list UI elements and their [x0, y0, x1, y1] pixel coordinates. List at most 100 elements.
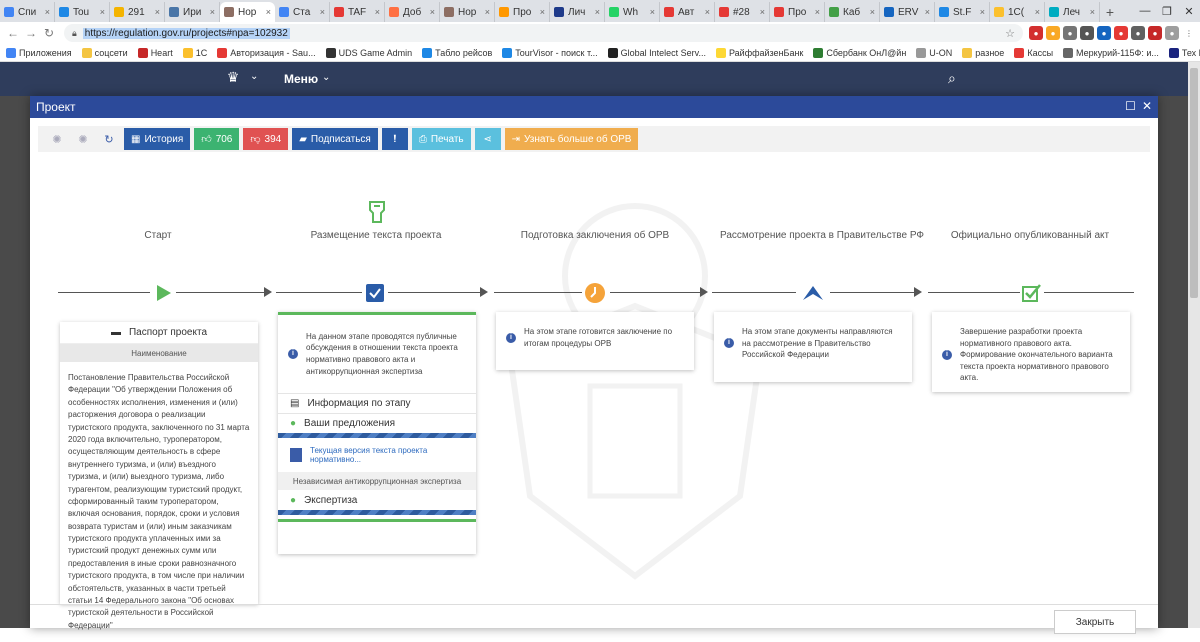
tab-close-icon[interactable]: × — [100, 7, 105, 17]
scrollbar-thumb[interactable] — [1190, 68, 1198, 298]
tab-close-icon[interactable]: × — [320, 7, 325, 17]
tab-close-icon[interactable]: × — [1035, 7, 1040, 17]
tab-close-icon[interactable]: × — [760, 7, 765, 17]
dislike-button[interactable]: 👎︎ 394 — [243, 128, 289, 150]
maximize-icon[interactable]: ☐ — [1125, 99, 1136, 113]
back-icon[interactable]: ← — [4, 26, 22, 40]
chevron-down-icon[interactable]: ⌄ — [322, 72, 330, 83]
expertise-row[interactable]: ● Экспертиза — [278, 490, 476, 510]
browser-tab[interactable]: #28 × — [715, 2, 770, 22]
history-button[interactable]: ▦ История — [124, 128, 191, 150]
chevron-down-icon[interactable]: ⌄ — [250, 71, 258, 82]
bookmark-item[interactable]: Сбербанк ОнЛ@йн — [813, 47, 906, 58]
close-icon[interactable]: ✕ — [1142, 99, 1152, 113]
bookmark-item[interactable]: Приложения — [6, 47, 72, 58]
tab-close-icon[interactable]: × — [540, 7, 545, 17]
like-button[interactable]: 👍︎ 706 — [194, 128, 240, 150]
learn-more-button[interactable]: ⇥ Узнать больше об ОРВ — [504, 128, 639, 150]
clock-icon[interactable] — [584, 282, 606, 304]
tab-close-icon[interactable]: × — [45, 7, 50, 17]
site-menu[interactable]: Меню — [284, 72, 318, 86]
browser-tab[interactable]: Нор × — [220, 2, 275, 22]
bookmark-item[interactable]: РайффайзенБанк — [715, 47, 803, 58]
browser-tab[interactable]: Лич × — [550, 2, 605, 22]
bookmark-item[interactable]: Табло рейсов — [422, 47, 492, 58]
tab-close-icon[interactable]: × — [595, 7, 600, 17]
play-icon[interactable] — [152, 282, 174, 304]
tab-close-icon[interactable]: × — [650, 7, 655, 17]
bookmark-item[interactable]: Heart — [137, 47, 173, 58]
adblock-icon[interactable]: ● — [1029, 26, 1043, 40]
extension-icon[interactable]: ● — [1046, 26, 1060, 40]
bookmark-item[interactable]: Кассы — [1014, 47, 1053, 58]
bookmark-item[interactable]: соцсети — [81, 47, 128, 58]
bookmark-item[interactable]: Тех Пом МФУ — [1168, 47, 1200, 58]
tab-close-icon[interactable]: × — [210, 7, 215, 17]
tab-close-icon[interactable]: × — [1090, 7, 1095, 17]
alert-button[interactable]: ❗︎ — [381, 128, 408, 150]
browser-tab[interactable]: Про × — [770, 2, 825, 22]
bookmark-item[interactable]: TourVisor - поиск т... — [502, 47, 598, 58]
bookmark-item[interactable]: U-ON — [916, 47, 952, 58]
url-input[interactable]: 🔒︎ https://regulation.gov.ru/projects#np… — [64, 24, 1023, 42]
tab-close-icon[interactable]: × — [155, 7, 160, 17]
bookmark-item[interactable]: UDS Game Admin — [325, 47, 412, 58]
settings-icon[interactable]: ✺ — [72, 128, 94, 150]
browser-tab[interactable]: Ста × — [275, 2, 330, 22]
browser-tab[interactable]: TAF × — [330, 2, 385, 22]
bookmark-item[interactable]: Global Intelect Serv... — [607, 47, 706, 58]
tab-close-icon[interactable]: × — [485, 7, 490, 17]
current-document-link[interactable]: Текущая версия текста проекта нормативно… — [278, 438, 476, 472]
subscribe-button[interactable]: ▰ Подписаться — [292, 128, 378, 150]
tab-close-icon[interactable]: × — [430, 7, 435, 17]
tab-close-icon[interactable]: × — [705, 7, 710, 17]
browser-tab[interactable]: Ири × — [165, 2, 220, 22]
extension-icon[interactable]: ● — [1114, 26, 1128, 40]
tab-close-icon[interactable]: × — [870, 7, 875, 17]
browser-tab[interactable]: ERV × — [880, 2, 935, 22]
tab-close-icon[interactable]: × — [980, 7, 985, 17]
browser-tab[interactable]: Про × — [495, 2, 550, 22]
globe-icon[interactable]: ● — [1063, 26, 1077, 40]
stage-info-row[interactable]: ▤ Информация по этапу — [278, 393, 476, 413]
settings-icon[interactable]: ✺ — [46, 128, 68, 150]
extension-icon[interactable]: ● — [1097, 26, 1111, 40]
browser-tab[interactable]: 1C(× — [990, 2, 1045, 22]
browser-tab[interactable]: Авт × — [660, 2, 715, 22]
browser-tab[interactable]: Спи × — [0, 2, 55, 22]
bookmark-item[interactable]: разное — [962, 47, 1004, 58]
extension-icon[interactable]: ● — [1131, 26, 1145, 40]
emblem-icon[interactable]: ♛ — [222, 69, 244, 89]
extension-icon[interactable]: ● — [1080, 26, 1094, 40]
restore-icon[interactable]: ❐ — [1156, 0, 1178, 22]
browser-tab[interactable]: Нор × — [440, 2, 495, 22]
minimize-icon[interactable]: — — [1134, 0, 1156, 22]
bookmark-star-icon[interactable]: ☆ — [1005, 27, 1015, 40]
refresh-icon[interactable]: ↻ — [98, 128, 120, 150]
browser-tab[interactable]: Леч × — [1045, 2, 1100, 22]
print-button[interactable]: ⎙ Печать — [411, 128, 471, 150]
reload-icon[interactable]: ↻ — [40, 26, 58, 40]
browser-tab[interactable]: Wh × — [605, 2, 660, 22]
browser-tab[interactable]: Tou × — [55, 2, 110, 22]
browser-tab[interactable]: St.F × — [935, 2, 990, 22]
tab-close-icon[interactable]: × — [266, 7, 271, 17]
browser-tab[interactable]: Доб × — [385, 2, 440, 22]
close-button[interactable]: Закрыть — [1054, 610, 1136, 634]
check-square-icon[interactable] — [1020, 282, 1042, 304]
forward-icon[interactable]: → — [22, 26, 40, 40]
search-icon[interactable]: ⌕ — [948, 70, 956, 87]
bookmark-item[interactable]: Авторизация - Sau... — [217, 47, 316, 58]
proposals-row[interactable]: ● Ваши предложения — [278, 413, 476, 433]
scrollbar[interactable] — [1188, 62, 1200, 628]
bookmark-item[interactable]: 1С — [182, 47, 207, 58]
tab-close-icon[interactable]: × — [375, 7, 380, 17]
new-tab-button[interactable]: + — [1100, 2, 1120, 22]
browser-tab[interactable]: 291 × — [110, 2, 165, 22]
bookmark-item[interactable]: Меркурий-115Ф: и... — [1063, 47, 1159, 58]
share-button[interactable]: ⋖ — [474, 128, 501, 150]
close-window-icon[interactable]: ✕ — [1178, 0, 1200, 22]
menu-dots-icon[interactable]: ⋮ — [1182, 26, 1196, 40]
browser-tab[interactable]: Каб × — [825, 2, 880, 22]
tab-close-icon[interactable]: × — [925, 7, 930, 17]
